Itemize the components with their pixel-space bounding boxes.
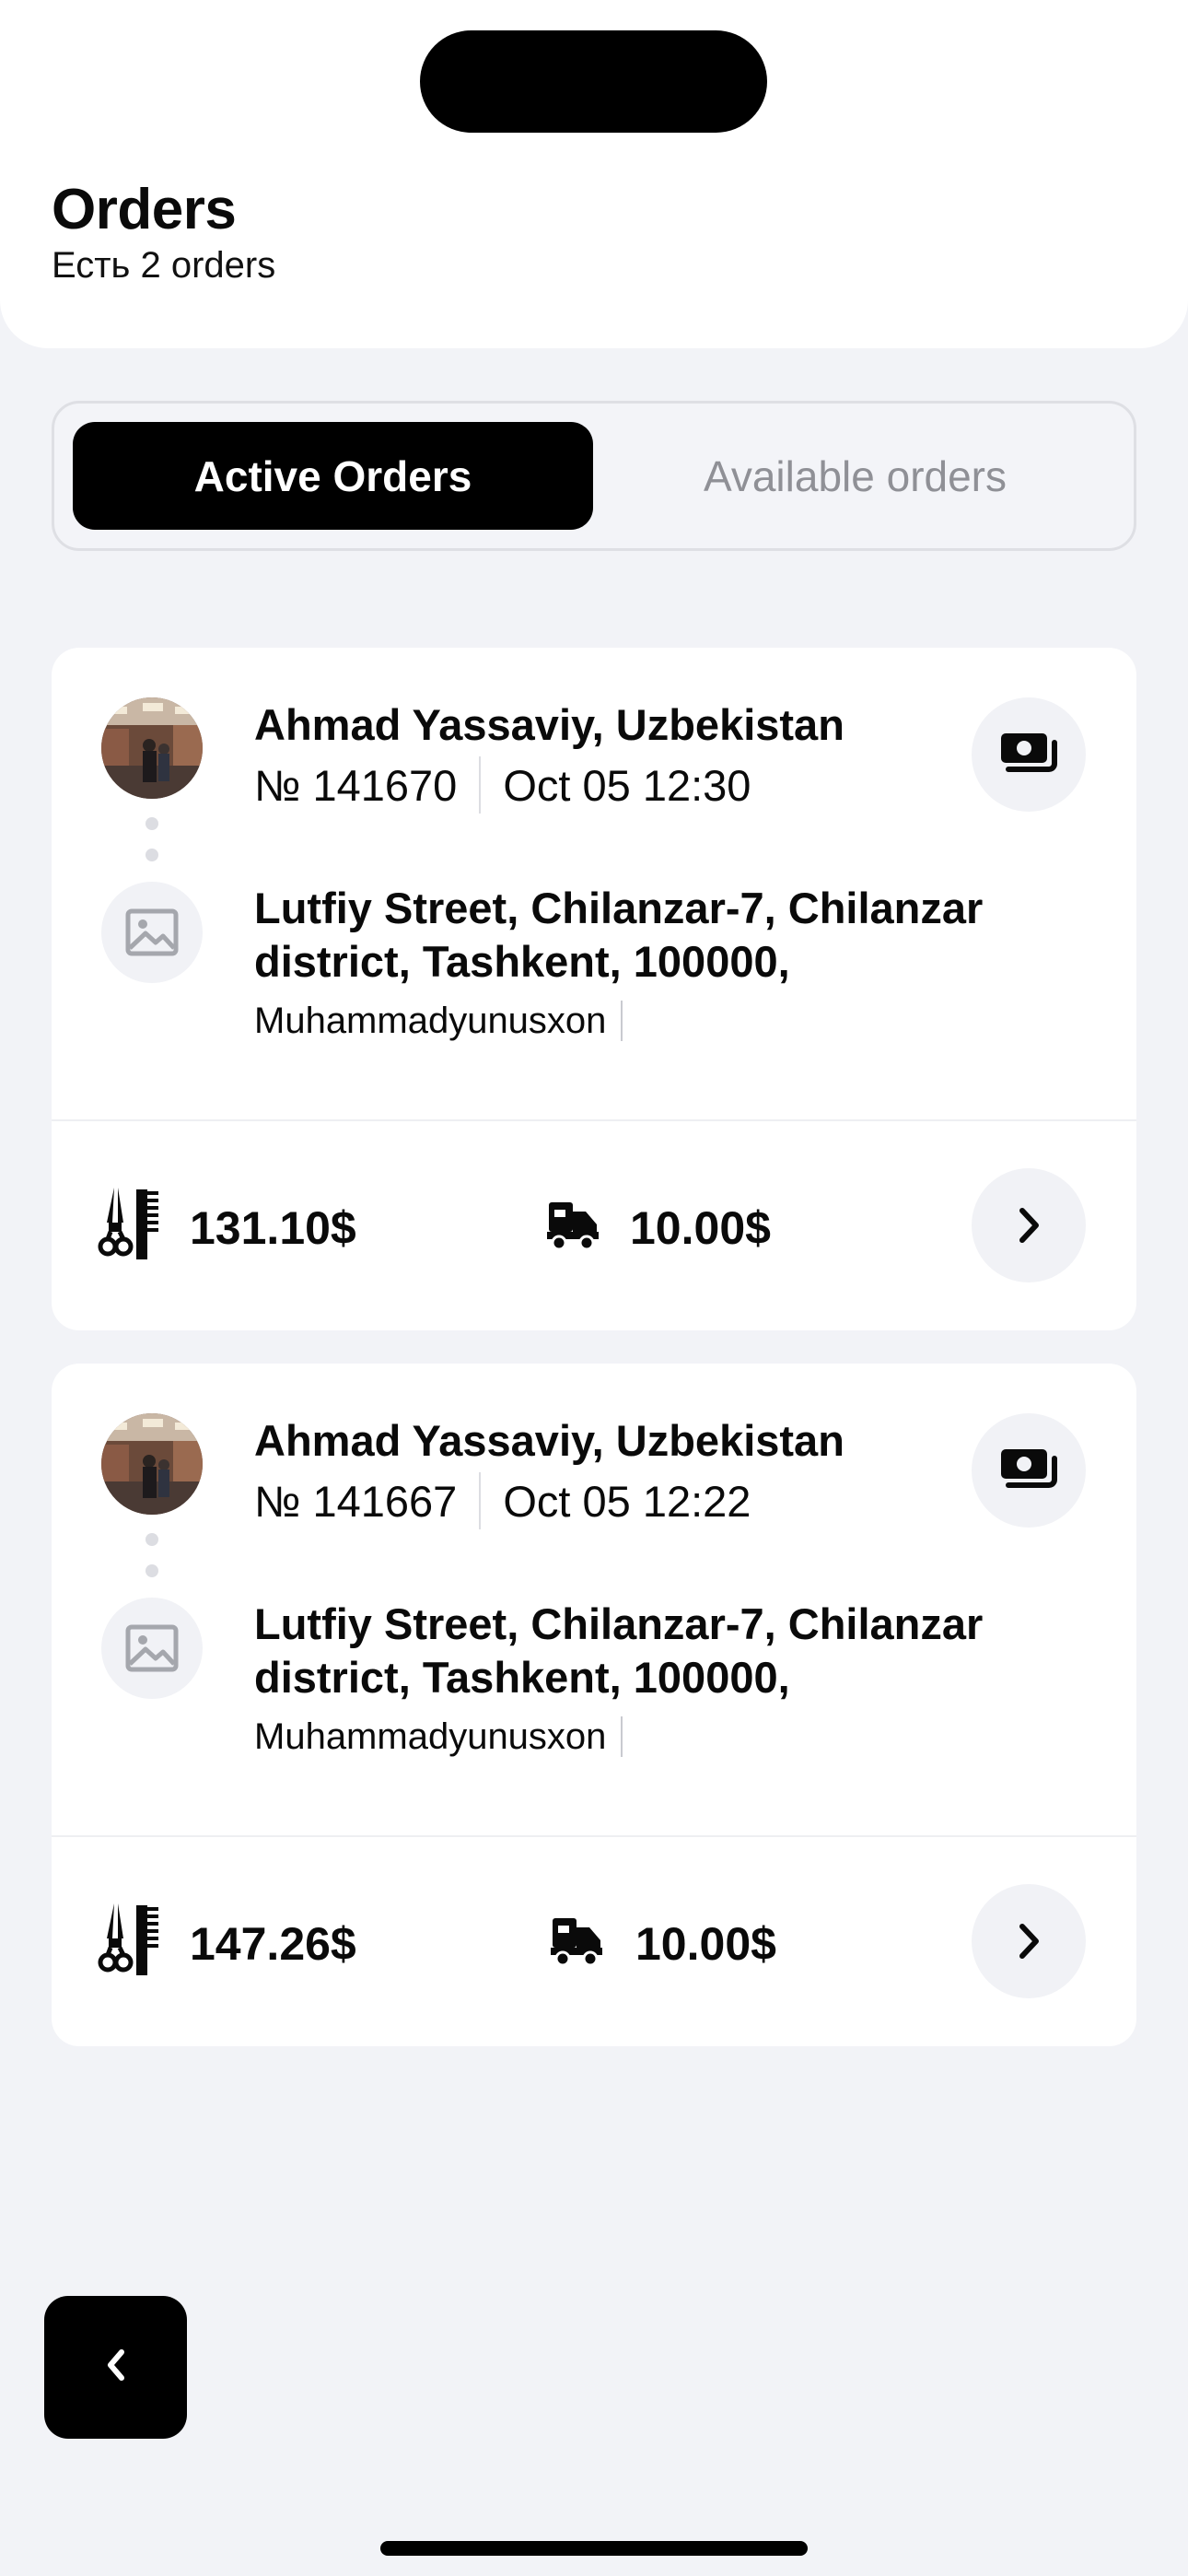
orders-screen: Orders Есть 2 orders Active Orders Avail… [0, 0, 1188, 2576]
card-divider [52, 1835, 1136, 1837]
delivery-truck-icon [549, 1914, 604, 1968]
dynamic-island [420, 30, 767, 133]
customer-row: Muhammadyunusxon [254, 1714, 623, 1760]
order-datetime: Oct 05 12:22 [503, 1476, 751, 1526]
goods-total: 147.26$ [190, 1918, 356, 1970]
orders-tabs: Active Orders Available orders [52, 401, 1136, 551]
order-meta: № 141667 Oct 05 12:22 [254, 1472, 751, 1529]
text-cursor [621, 1716, 623, 1757]
image-placeholder-icon [101, 882, 203, 983]
cash-icon[interactable] [972, 1413, 1086, 1528]
store-name: Ahmad Yassaviy, Uzbekistan [254, 1416, 844, 1465]
image-placeholder-icon [101, 1598, 203, 1699]
store-name: Ahmad Yassaviy, Uzbekistan [254, 700, 844, 749]
order-number: № 141670 [254, 760, 458, 810]
delivery-fee: 10.00$ [630, 1202, 771, 1254]
store-avatar [101, 697, 203, 799]
home-indicator[interactable] [380, 2541, 808, 2556]
page-title: Orders [52, 178, 237, 241]
delivery-address: Lutfiy Street, Chilanzar-7, Chilanzar di… [254, 1599, 984, 1702]
store-avatar [101, 1413, 203, 1515]
order-card[interactable]: Ahmad Yassaviy, Uzbekistan № 141667 Oct … [52, 1364, 1136, 2046]
tab-active-orders[interactable]: Active Orders [73, 422, 593, 530]
tab-available-orders[interactable]: Available orders [595, 422, 1115, 530]
card-divider [52, 1119, 1136, 1121]
customer-row: Muhammadyunusxon [254, 998, 623, 1044]
meta-separator [479, 756, 482, 814]
orders-count-subtitle: Есть 2 orders [52, 245, 276, 286]
chevron-left-icon [103, 2347, 129, 2388]
cash-icon[interactable] [972, 697, 1086, 812]
route-dot [146, 817, 158, 830]
route-dot [146, 849, 158, 861]
route-dot [146, 1533, 158, 1546]
delivery-fee: 10.00$ [635, 1918, 776, 1970]
order-card[interactable]: Ahmad Yassaviy, Uzbekistan № 141670 Oct … [52, 648, 1136, 1330]
barber-tools-icon [98, 1186, 162, 1263]
chevron-right-icon[interactable] [972, 1168, 1086, 1282]
chevron-right-icon[interactable] [972, 1884, 1086, 1998]
goods-total: 131.10$ [190, 1202, 356, 1254]
meta-separator [479, 1472, 482, 1529]
route-dot [146, 1564, 158, 1577]
header: Orders Есть 2 orders [0, 0, 1188, 348]
text-cursor [621, 1001, 623, 1041]
delivery-truck-icon [545, 1199, 600, 1252]
customer-name: Muhammadyunusxon [254, 1000, 607, 1041]
customer-name: Muhammadyunusxon [254, 1715, 607, 1757]
order-datetime: Oct 05 12:30 [503, 760, 751, 810]
back-button[interactable] [44, 2296, 187, 2439]
order-meta: № 141670 Oct 05 12:30 [254, 756, 751, 814]
barber-tools-icon [98, 1902, 162, 1979]
delivery-address: Lutfiy Street, Chilanzar-7, Chilanzar di… [254, 884, 984, 986]
order-number: № 141667 [254, 1476, 458, 1526]
